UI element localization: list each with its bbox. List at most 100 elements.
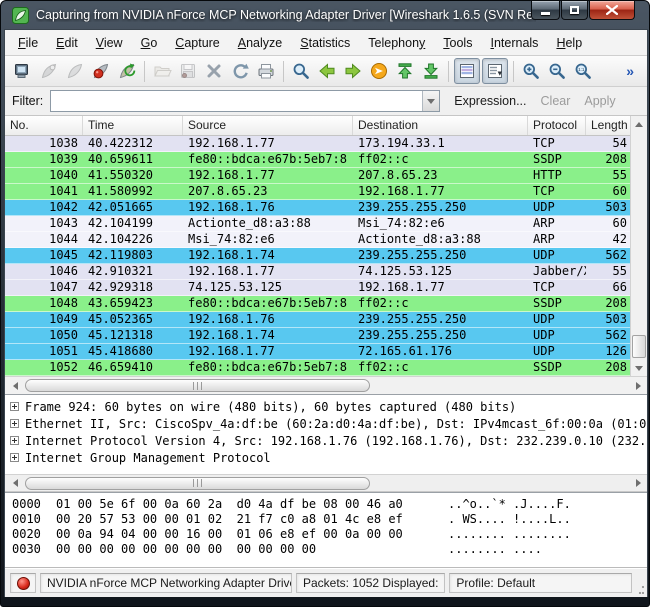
hscroll-thumb[interactable]: [25, 379, 370, 392]
filter-bar: Filter: Expression... Clear Apply: [5, 87, 647, 116]
scroll-right-button[interactable]: [630, 475, 646, 491]
autoscroll-toggle-icon[interactable]: [482, 58, 508, 84]
detail-row[interactable]: Ethernet II, Src: CiscoSpv_4a:df:be (60:…: [5, 415, 647, 432]
packet-row-1047[interactable]: 1047 42.929318 74.125.53.125 192.168.1.77 TC…: [5, 280, 632, 296]
packet-cell: HTTP: [533, 168, 562, 182]
column-header-length[interactable]: Length: [586, 116, 632, 135]
menu-view[interactable]: View: [87, 32, 132, 54]
maximize-button[interactable]: [561, 1, 588, 20]
expand-plus-icon[interactable]: [10, 436, 19, 445]
packet-row-1038[interactable]: 1038 40.422312 192.168.1.77 173.194.33.1 TCP…: [5, 136, 632, 152]
menu-help[interactable]: Help: [547, 32, 591, 54]
packet-cell: 1049: [49, 312, 78, 326]
scroll-left-button[interactable]: [7, 378, 23, 394]
expand-plus-icon[interactable]: [10, 402, 19, 411]
packet-cell: 1050: [49, 328, 78, 342]
menu-statistics[interactable]: Statistics: [291, 32, 359, 54]
menu-internals[interactable]: Internals: [481, 32, 547, 54]
zoom-in-icon[interactable]: [518, 58, 544, 84]
packet-row-1042[interactable]: 1042 42.051665 192.168.1.76 239.255.255.250…: [5, 200, 632, 216]
packet-list-vscrollbar[interactable]: [630, 116, 647, 376]
packet-row-1052[interactable]: 1052 46.659410 fe80::bdca:e67b:5eb7:8 ff02:…: [5, 360, 632, 376]
scroll-down-button[interactable]: [631, 360, 647, 376]
menu-edit[interactable]: Edit: [47, 32, 87, 54]
go-bottom-icon[interactable]: [418, 58, 444, 84]
zoom-100-icon[interactable]: 1:1: [570, 58, 596, 84]
toolbar-separator: [513, 60, 514, 82]
menu-file[interactable]: File: [9, 32, 47, 54]
vscroll-thumb[interactable]: [632, 335, 646, 358]
close-file-icon[interactable]: [201, 58, 227, 84]
resize-grip[interactable]: [636, 586, 644, 594]
filter-combobox[interactable]: [50, 90, 441, 112]
packet-row-1048[interactable]: 1048 43.659423 fe80::bdca:e67b:5eb7:8 ff02:…: [5, 296, 632, 312]
filter-dropdown-button[interactable]: [422, 91, 440, 111]
print-icon[interactable]: [253, 58, 279, 84]
column-header-protocol[interactable]: Protocol: [528, 116, 586, 135]
colorize-toggle-icon[interactable]: [454, 58, 480, 84]
apply-button[interactable]: Apply: [584, 94, 615, 108]
column-header-destination[interactable]: Destination: [353, 116, 528, 135]
packet-cell: 60: [612, 184, 627, 198]
packet-row-1051[interactable]: 1051 45.418680 192.168.1.77 72.165.61.176 UD…: [5, 344, 632, 360]
reload-icon[interactable]: [227, 58, 253, 84]
toolbar-separator: [448, 60, 449, 82]
filter-input[interactable]: [51, 91, 423, 111]
packet-cell: Msi_74:82:e6: [358, 216, 445, 230]
column-header-source[interactable]: Source: [183, 116, 353, 135]
detail-row[interactable]: Internet Group Management Protocol: [5, 449, 647, 466]
title-bar[interactable]: Capturing from NVIDIA nForce MCP Network…: [4, 1, 646, 29]
detail-row[interactable]: Frame 924: 60 bytes on wire (480 bits), …: [5, 398, 647, 415]
scroll-up-button[interactable]: [631, 116, 647, 132]
scroll-left-button[interactable]: [7, 475, 23, 491]
menu-telephony[interactable]: Telephony: [359, 32, 434, 54]
packet-row-1046[interactable]: 1046 42.910321 192.168.1.77 74.125.53.125 Ja…: [5, 264, 632, 280]
packet-cell: 562: [605, 328, 627, 342]
packet-cell: 42: [612, 232, 627, 246]
packet-cell: 41.580992: [88, 184, 154, 198]
hex-ascii: ........ ........: [448, 527, 571, 541]
clear-button[interactable]: Clear: [541, 94, 571, 108]
packet-list-hscrollbar[interactable]: [5, 376, 647, 394]
expand-plus-icon[interactable]: [10, 453, 19, 462]
expert-info-button[interactable]: [10, 573, 36, 593]
find-icon[interactable]: [288, 58, 314, 84]
back-icon[interactable]: [314, 58, 340, 84]
details-hscrollbar[interactable]: [5, 474, 647, 492]
packet-row-1040[interactable]: 1040 41.550320 192.168.1.77 207.8.65.23 HTTP…: [5, 168, 632, 184]
forward-icon[interactable]: [340, 58, 366, 84]
packet-cell: fe80::bdca:e67b:5eb7:8: [188, 152, 347, 166]
minimize-button[interactable]: [531, 1, 560, 20]
restart-capture-icon[interactable]: [114, 58, 140, 84]
goto-packet-icon[interactable]: [366, 58, 392, 84]
expand-plus-icon[interactable]: [10, 419, 19, 428]
hex-offset: 0020: [12, 527, 41, 541]
packet-row-1050[interactable]: 1050 45.121318 192.168.1.74 239.255.255.250…: [5, 328, 632, 344]
packet-cell: UDP: [533, 312, 555, 326]
column-header-time[interactable]: Time: [83, 116, 183, 135]
list-interfaces-icon[interactable]: [10, 58, 36, 84]
packet-row-1041[interactable]: 1041 41.580992 207.8.65.23 192.168.1.77 TCP 6…: [5, 184, 632, 200]
packet-row-1043[interactable]: 1043 42.104199 Actionte_d8:a3:88 Msi_74:82:…: [5, 216, 632, 232]
stop-capture-icon[interactable]: [88, 58, 114, 84]
detail-row[interactable]: Internet Protocol Version 4, Src: 192.16…: [5, 432, 647, 449]
packet-row-1044[interactable]: 1044 42.104226 Msi_74:82:e6 Actionte_d8:a3:…: [5, 232, 632, 248]
menu-tools[interactable]: Tools: [434, 32, 481, 54]
scroll-right-button[interactable]: [630, 378, 646, 394]
go-top-icon[interactable]: [392, 58, 418, 84]
expression-button[interactable]: Expression...: [454, 94, 526, 108]
hscroll-thumb[interactable]: [25, 476, 370, 490]
overflow-chevron-icon[interactable]: »: [626, 63, 634, 79]
column-header-no[interactable]: No.: [5, 116, 83, 135]
packet-cell: 46.659410: [88, 360, 154, 374]
menu-analyze[interactable]: Analyze: [229, 32, 291, 54]
packet-row-1045[interactable]: 1045 42.119803 192.168.1.74 239.255.255.250…: [5, 248, 632, 264]
close-button[interactable]: [589, 1, 635, 20]
menu-go[interactable]: Go: [132, 32, 167, 54]
packet-row-1049[interactable]: 1049 45.052365 192.168.1.76 239.255.255.250…: [5, 312, 632, 328]
packet-row-1039[interactable]: 1039 40.659611 fe80::bdca:e67b:5eb7:8 ff02:…: [5, 152, 632, 168]
packet-cell: 192.168.1.74: [188, 248, 275, 262]
zoom-out-icon[interactable]: [544, 58, 570, 84]
menu-capture[interactable]: Capture: [166, 32, 228, 54]
packet-cell: 1047: [49, 280, 78, 294]
